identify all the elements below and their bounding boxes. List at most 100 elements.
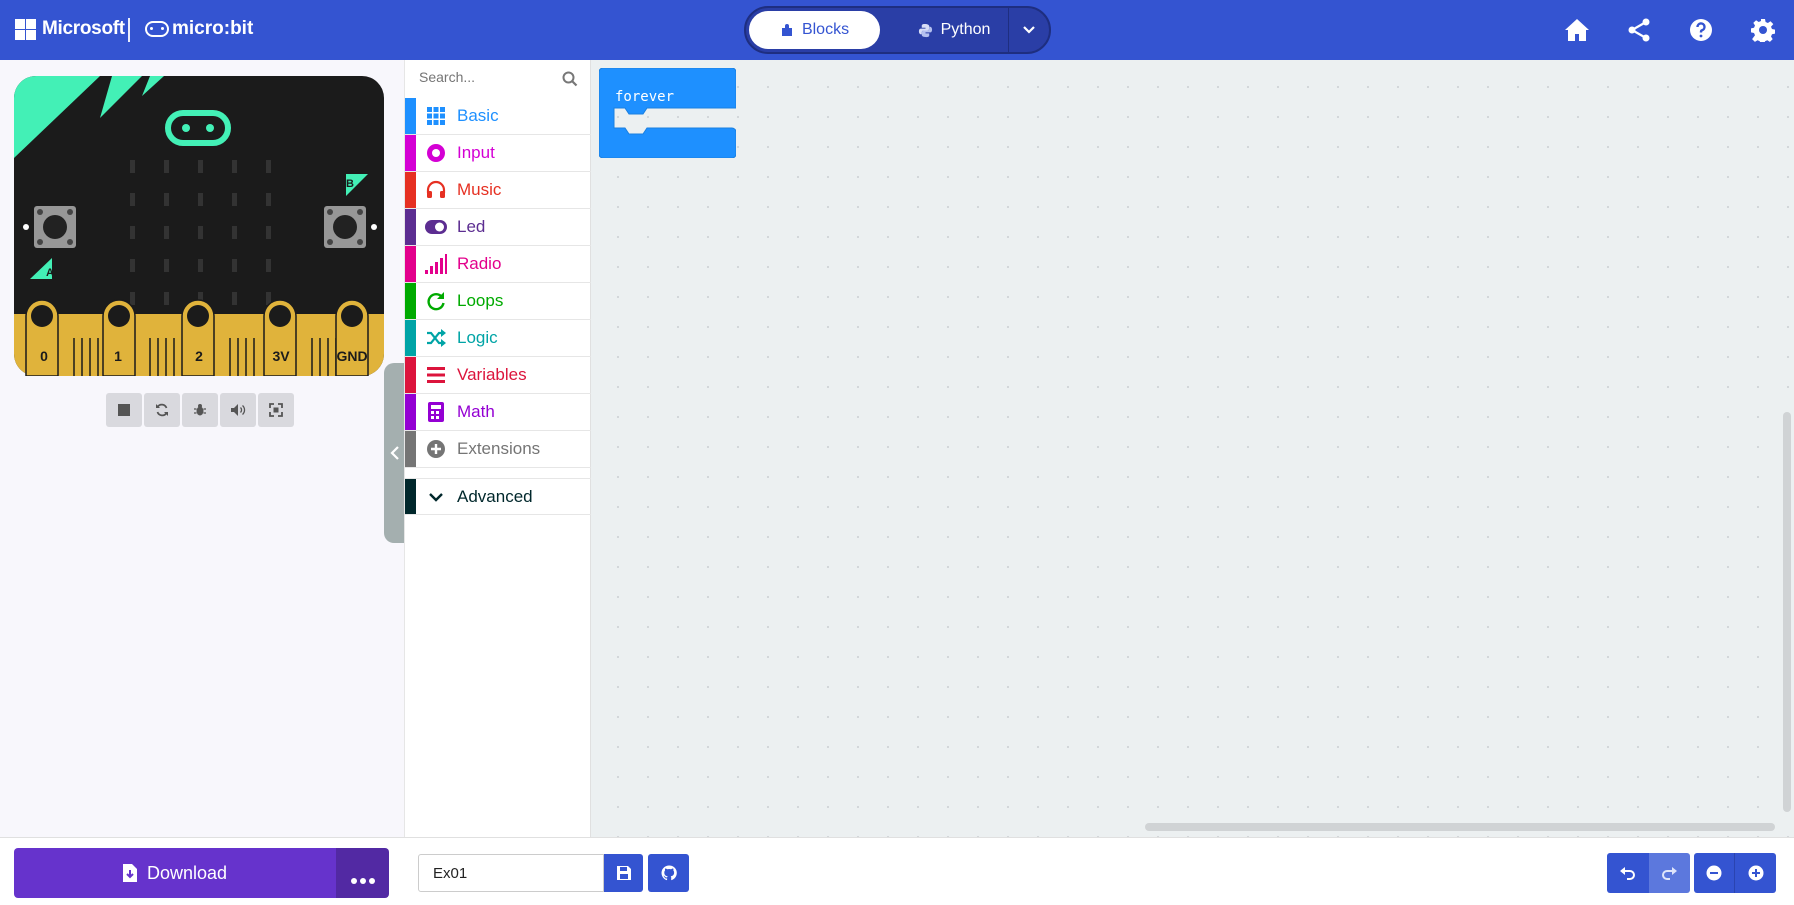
pin-1-label: 1 xyxy=(114,348,122,364)
project-name-input[interactable] xyxy=(418,854,604,892)
pin-gnd[interactable] xyxy=(335,299,369,376)
chevron-left-icon xyxy=(389,446,399,460)
plus-circle-icon xyxy=(1748,865,1763,881)
redo-button[interactable] xyxy=(1648,853,1690,893)
category-label: Led xyxy=(457,217,486,236)
category-loops[interactable]: Loops xyxy=(405,283,591,320)
refresh-icon xyxy=(424,289,448,313)
search-icon[interactable] xyxy=(562,71,578,87)
more-options-button[interactable] xyxy=(336,848,389,898)
stop-simulator-button[interactable] xyxy=(106,393,142,427)
pin-1[interactable] xyxy=(102,299,136,376)
list-icon xyxy=(424,363,448,387)
mute-button[interactable] xyxy=(220,393,256,427)
gear-icon xyxy=(1751,19,1775,42)
pin-3v[interactable] xyxy=(263,299,297,376)
button-b[interactable] xyxy=(324,206,366,248)
editor-mode-switch: Blocks Python xyxy=(744,6,1051,54)
share-button[interactable] xyxy=(1625,16,1653,44)
search-input[interactable] xyxy=(419,69,559,85)
download-label: Download xyxy=(146,862,228,883)
python-icon xyxy=(918,23,932,37)
pin-3v-label: 3V xyxy=(272,348,290,364)
blocks-mode-label: Blocks xyxy=(801,21,850,38)
zoom-out-button[interactable] xyxy=(1694,853,1735,893)
help-icon xyxy=(1690,19,1712,41)
github-icon xyxy=(661,865,677,881)
save-button[interactable] xyxy=(604,854,643,892)
debug-button[interactable] xyxy=(182,393,218,427)
button-b-label: B xyxy=(346,178,354,190)
pin-2-label: 2 xyxy=(195,348,203,364)
forever-block[interactable]: forever xyxy=(599,68,736,158)
zoom-in-button[interactable] xyxy=(1735,853,1776,893)
button-a-label: A xyxy=(46,267,54,279)
python-mode-label: Python xyxy=(940,21,991,38)
category-math[interactable]: Math xyxy=(405,394,591,431)
chevron-down-icon xyxy=(424,485,448,509)
fullscreen-button[interactable] xyxy=(258,393,294,427)
grid-icon xyxy=(424,104,448,128)
category-basic[interactable]: Basic xyxy=(405,98,591,135)
category-input[interactable]: Input xyxy=(405,135,591,172)
horizontal-scrollbar[interactable] xyxy=(1145,823,1775,831)
simulator-controls xyxy=(106,393,294,427)
forever-block-label: forever xyxy=(615,89,675,105)
share-icon xyxy=(1628,18,1650,42)
home-button[interactable] xyxy=(1563,16,1591,44)
vertical-scrollbar[interactable] xyxy=(1783,412,1791,812)
refresh-icon xyxy=(156,403,168,417)
fullscreen-icon xyxy=(269,403,283,417)
bottom-bar: Download xyxy=(0,837,1794,905)
microsoft-logo-icon xyxy=(15,19,36,40)
blocks-mode-button[interactable]: Blocks xyxy=(749,11,880,49)
settings-button[interactable] xyxy=(1749,16,1777,44)
microbit-label: micro:bit xyxy=(172,18,254,39)
microbit-simulator[interactable]: A B 0 1 2 3V GND xyxy=(14,76,384,376)
category-music[interactable]: Music xyxy=(405,172,591,209)
github-button[interactable] xyxy=(648,854,689,892)
chevron-down-icon xyxy=(1023,26,1035,34)
undo-redo-group xyxy=(1607,853,1690,893)
category-label: Logic xyxy=(457,328,498,347)
category-label: Extensions xyxy=(457,439,541,458)
top-bar: Microsoft micro:bit Blocks Python xyxy=(0,0,1794,60)
pin-2[interactable] xyxy=(181,299,215,376)
plus-circle-icon xyxy=(424,437,448,461)
shuffle-icon xyxy=(424,326,448,350)
category-extensions[interactable]: Extensions xyxy=(405,431,591,468)
headphones-icon xyxy=(424,178,448,202)
puzzle-icon xyxy=(781,24,792,36)
category-label: Music xyxy=(457,180,502,199)
toolbox-search xyxy=(405,60,591,98)
category-logic[interactable]: Logic xyxy=(405,320,591,357)
microbit-logo-icon xyxy=(145,21,169,37)
category-label: Variables xyxy=(457,365,527,384)
undo-button[interactable] xyxy=(1607,853,1649,893)
restart-simulator-button[interactable] xyxy=(144,393,180,427)
category-led[interactable]: Led xyxy=(405,209,591,246)
download-button[interactable]: Download xyxy=(14,848,336,898)
category-radio[interactable]: Radio xyxy=(405,246,591,283)
stop-icon xyxy=(118,404,130,416)
pin-0-label: 0 xyxy=(40,348,48,364)
speaker-icon xyxy=(231,404,246,416)
button-a[interactable] xyxy=(34,206,76,248)
edge-dot-left xyxy=(23,224,29,230)
calculator-icon xyxy=(424,400,448,424)
blocks-workspace[interactable]: forever xyxy=(591,60,1794,837)
microsoft-label: Microsoft xyxy=(42,18,125,39)
category-advanced[interactable]: Advanced xyxy=(405,478,591,515)
category-variables[interactable]: Variables xyxy=(405,357,591,394)
collapse-simulator-button[interactable] xyxy=(384,363,405,543)
python-mode-button[interactable]: Python xyxy=(894,11,1014,49)
help-button[interactable] xyxy=(1687,16,1715,44)
toggle-icon xyxy=(424,215,448,239)
pin-gnd-label: GND xyxy=(336,348,367,364)
language-dropdown-button[interactable] xyxy=(1008,8,1049,52)
toolbox: Basic Input Music Led Radio Loops Logic … xyxy=(404,60,591,837)
category-label: Input xyxy=(457,143,495,162)
pin-0[interactable] xyxy=(25,299,59,376)
category-label: Radio xyxy=(457,254,502,273)
target-icon xyxy=(424,141,448,165)
